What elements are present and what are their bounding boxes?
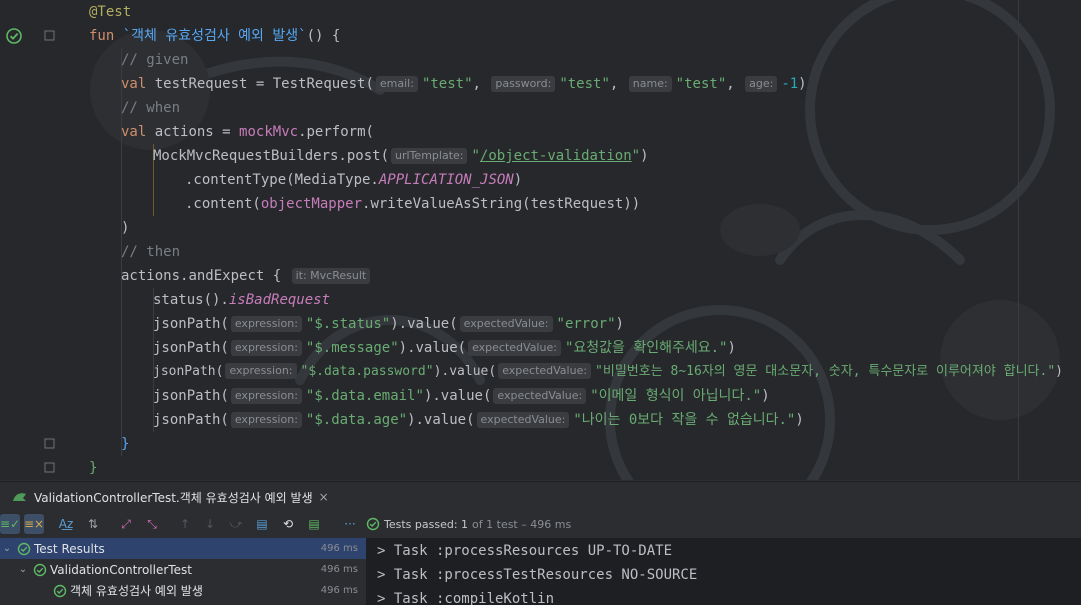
chevron-down-icon[interactable]: ⌄: [16, 564, 30, 575]
code-line: status().isBadRequest: [153, 292, 331, 308]
code-line: // then: [121, 244, 181, 260]
param-hint: expression:: [230, 412, 302, 428]
code-line: val actions = mockMvc.perform(: [121, 124, 374, 140]
tests-status: Tests passed: 1 of 1 test – 496 ms: [366, 514, 571, 534]
code-line: jsonPath(expression: "$.data.age").value(…: [153, 412, 804, 428]
run-tab[interactable]: ValidationControllerTest.객체 유효성검사 예외 발생 …: [12, 486, 329, 508]
previous-failed-icon[interactable]: ↑: [175, 514, 195, 534]
show-passed-button[interactable]: ≡✓: [0, 514, 20, 534]
param-hint: urlTemplate:: [391, 148, 468, 164]
test-runner-toolbar: ≡✓ ≡× A͟z ⇅ ⤢ ⤡ ↑ ↓ ⤻ ▤ ⟲ ▤ ··· Tests pa…: [0, 510, 1081, 538]
fold-marker-icon[interactable]: [44, 30, 55, 41]
code-line: jsonPath(expression: "$.data.password").v…: [153, 363, 1063, 379]
more-icon[interactable]: ···: [340, 514, 360, 534]
code-line: .content(objectMapper.writeValueAsString…: [185, 196, 641, 212]
sort-alpha-icon[interactable]: A͟z: [56, 514, 76, 534]
param-hint: expectedValue:: [476, 412, 570, 428]
console-line: > Task :processTestResources NO-SOURCE: [377, 567, 698, 583]
check-circle-icon: [17, 542, 31, 555]
tree-row-test-class[interactable]: ⌄ ValidationControllerTest 496 ms: [0, 559, 366, 580]
code-line: }: [121, 436, 130, 452]
code-line: .contentType(MediaType.APPLICATION_JSON): [185, 172, 523, 188]
check-circle-icon: [366, 517, 380, 531]
console-line: > Task :compileKotlin: [377, 591, 555, 605]
code-line: // given: [121, 52, 189, 68]
fold-marker-icon[interactable]: [44, 438, 55, 449]
tree-row-test-method[interactable]: 객체 유효성검사 예외 발생 496 ms: [0, 580, 366, 601]
code-line: val testRequest = TestRequest(email: "tes…: [121, 76, 807, 92]
close-icon[interactable]: ×: [319, 490, 329, 504]
fold-marker-icon[interactable]: [44, 462, 55, 473]
param-hint: name:: [628, 76, 672, 92]
code-line: ): [121, 220, 130, 236]
param-hint: expression:: [230, 388, 302, 404]
expand-all-icon[interactable]: ⤢: [116, 514, 136, 534]
lambda-hint: it: MvcResult: [291, 268, 371, 284]
code-line: MockMvcRequestBuilders.post(urlTemplate:…: [153, 148, 649, 164]
test-results-tree: ⌄ Test Results 496 ms ⌄ ValidationContro…: [0, 538, 366, 605]
history-icon[interactable]: ⟲: [278, 514, 298, 534]
code-line: // when: [121, 100, 181, 116]
console-line: > Task :processResources UP-TO-DATE: [377, 543, 673, 559]
param-hint: expectedValue:: [468, 340, 561, 356]
param-hint: expectedValue:: [498, 363, 592, 379]
show-ignored-button[interactable]: ≡×: [24, 514, 44, 534]
check-circle-icon: [33, 563, 47, 576]
param-hint: email:: [375, 76, 418, 92]
code-line: actions.andExpect { it: MvcResult: [121, 264, 374, 288]
code-line: }: [89, 460, 98, 476]
code-editor[interactable]: @Test fun `객체 유효성검사 예외 발생`() { // given …: [0, 0, 1081, 480]
rerun-failed-icon[interactable]: ⤻: [226, 514, 246, 534]
code-line: jsonPath(expression: "$.status").value(ex…: [153, 316, 624, 332]
param-hint: expectedValue:: [459, 316, 553, 332]
kotlin-test-icon: [13, 493, 26, 501]
right-margin-guide: [1018, 0, 1019, 480]
collapse-all-icon[interactable]: ⤡: [142, 514, 162, 534]
param-hint: age:: [745, 76, 778, 92]
code-line: @Test: [89, 4, 132, 20]
url-link[interactable]: /object-validation: [480, 148, 632, 164]
sort-duration-icon[interactable]: ⇅: [83, 514, 103, 534]
check-circle-icon: [53, 584, 67, 597]
param-hint: expression:: [225, 363, 297, 379]
code-line: jsonPath(expression: "$.data.email").valu…: [153, 388, 770, 404]
next-failed-icon[interactable]: ↓: [200, 514, 220, 534]
chevron-down-icon[interactable]: ⌄: [0, 543, 14, 554]
code-line: fun `객체 유효성검사 예외 발생`() {: [89, 28, 341, 44]
import-icon[interactable]: ▤: [304, 514, 324, 534]
export-icon[interactable]: ▤: [252, 514, 272, 534]
param-hint: password:: [491, 76, 556, 92]
code-line: jsonPath(expression: "$.message").value(e…: [153, 340, 736, 356]
console-output[interactable]: > Task :processResources UP-TO-DATE > Ta…: [367, 538, 1081, 605]
run-tool-window-tabbar: ValidationControllerTest.객체 유효성검사 예외 발생 …: [0, 481, 1081, 511]
param-hint: expression:: [230, 340, 302, 356]
param-hint: expression:: [230, 316, 302, 332]
run-tab-label: ValidationControllerTest.객체 유효성검사 예외 발생: [34, 490, 313, 505]
tree-row-test-results[interactable]: ⌄ Test Results 496 ms: [0, 538, 366, 559]
test-passed-run-icon[interactable]: [5, 27, 23, 45]
param-hint: expectedValue:: [493, 388, 587, 404]
